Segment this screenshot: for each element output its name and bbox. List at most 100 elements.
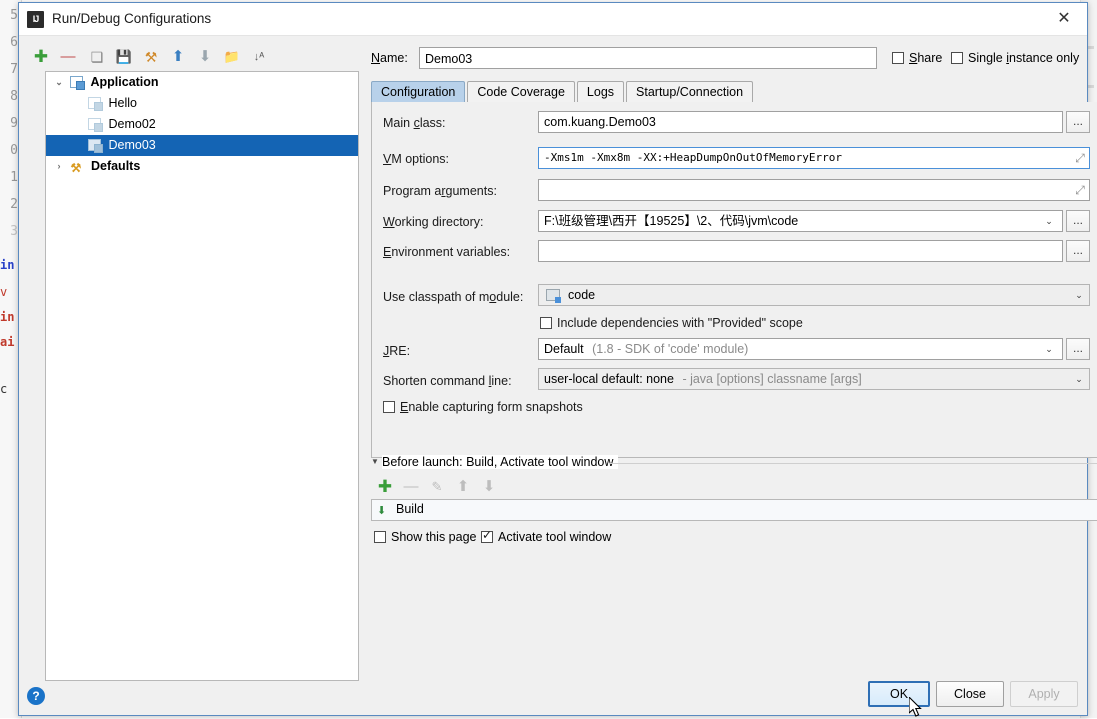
tree-node-label: Hello — [108, 96, 137, 110]
jre-value: Default — [544, 342, 584, 356]
close-button[interactable]: Close — [936, 681, 1004, 707]
program-arguments-input[interactable] — [538, 179, 1090, 201]
shorten-command-line-chevron-icon[interactable]: ⌄ — [1070, 369, 1088, 389]
edit-templates-icon[interactable]: ⚒ — [139, 45, 163, 69]
configuration-icon — [88, 97, 101, 109]
move-up-icon[interactable]: ⬆ — [166, 45, 190, 69]
build-task-icon: ⬇ — [377, 504, 391, 518]
line-number: 7 — [0, 62, 18, 77]
working-directory-chevron-icon[interactable]: ⌄ — [1040, 211, 1058, 231]
checkbox-box[interactable] — [481, 531, 493, 543]
move-task-up-icon: ⬆ — [452, 476, 474, 498]
help-button[interactable]: ? — [27, 687, 45, 705]
vm-options-label: VM options: — [383, 152, 449, 166]
environment-variables-browse-button[interactable]: ... — [1066, 240, 1090, 262]
move-down-icon[interactable]: ⬇ — [193, 45, 217, 69]
jre-browse-button[interactable]: ... — [1066, 338, 1090, 360]
code-fragment: in — [0, 258, 14, 272]
jre-label: JRE: — [383, 344, 410, 358]
tab-configuration[interactable]: Configuration — [371, 81, 465, 102]
before-launch-task-list[interactable]: ⬇ Build — [371, 499, 1097, 521]
include-provided-checkbox[interactable]: Include dependencies with "Provided" sco… — [540, 316, 803, 330]
classpath-module-chevron-icon[interactable]: ⌄ — [1070, 285, 1088, 305]
mouse-cursor — [909, 697, 925, 719]
tab-startup-connection[interactable]: Startup/Connection — [626, 81, 753, 102]
line-number: 5 — [0, 8, 18, 23]
line-number: 3 — [0, 224, 18, 239]
section-divider — [609, 463, 1097, 464]
working-directory-input[interactable]: F:\班级管理\西开【19525】\2、代码\jvm\code — [538, 210, 1063, 232]
close-icon[interactable]: ✕ — [1041, 3, 1087, 35]
folder-icon[interactable]: 📁 — [220, 45, 244, 69]
code-fragment: c — [0, 382, 7, 396]
tree-node-hello[interactable]: Hello — [46, 93, 358, 114]
add-configuration-icon[interactable]: ✚ — [29, 45, 53, 69]
before-launch-header: ▼ Before launch: Build, Activate tool wi… — [371, 455, 1097, 471]
main-class-browse-button[interactable]: ... — [1066, 111, 1090, 133]
dialog-title: Run/Debug Configurations — [52, 11, 211, 26]
share-checkbox[interactable]: Share — [892, 51, 942, 65]
move-task-down-icon: ⬇ — [478, 476, 500, 498]
checkbox-box[interactable] — [374, 531, 386, 543]
tree-node-label: Demo02 — [108, 117, 155, 131]
tree-node-application[interactable]: ⌄ Application — [46, 72, 358, 93]
tree-node-demo03[interactable]: Demo03 — [46, 135, 358, 156]
remove-configuration-icon[interactable]: — — [56, 45, 80, 69]
tab-logs[interactable]: Logs — [577, 81, 624, 102]
include-provided-label: Include dependencies with "Provided" sco… — [557, 316, 803, 330]
chevron-down-icon[interactable]: ⌄ — [51, 72, 67, 93]
tree-node-defaults[interactable]: › ⚒ Defaults — [46, 156, 358, 177]
name-input[interactable]: Demo03 — [419, 47, 877, 69]
shorten-command-line-label: Shorten command line: — [383, 374, 512, 388]
expand-program-arguments-icon[interactable]: ⤢ — [1072, 182, 1088, 198]
configuration-tabs: Configuration Code Coverage Logs Startup… — [371, 81, 755, 103]
working-directory-browse-button[interactable]: ... — [1066, 210, 1090, 232]
wrench-icon: ⚒ — [70, 158, 83, 170]
tree-node-label: Application — [91, 75, 159, 89]
jre-chevron-icon[interactable]: ⌄ — [1040, 339, 1058, 359]
checkbox-box[interactable] — [892, 52, 904, 64]
show-page-label: Show this page — [391, 530, 476, 544]
collapse-triangle-icon[interactable]: ▼ — [371, 457, 379, 466]
vm-options-input[interactable]: -Xms1m -Xmx8m -XX:+HeapDumpOnOutOfMemory… — [538, 147, 1090, 169]
save-configuration-icon[interactable]: 💾 — [112, 45, 136, 69]
shorten-hint: - java [options] classname [args] — [682, 372, 861, 386]
before-launch-toolbar: ✚ — ✎ ⬆ ⬇ — [374, 476, 674, 498]
line-number: 0 — [0, 143, 18, 158]
intellij-logo-icon: IJ — [27, 11, 44, 28]
jre-combo[interactable]: Default (1.8 - SDK of 'code' module) — [538, 338, 1063, 360]
dialog-titlebar: IJ Run/Debug Configurations ✕ — [19, 3, 1087, 36]
line-number: 6 — [0, 35, 18, 50]
main-class-input[interactable]: com.kuang.Demo03 — [538, 111, 1063, 133]
configuration-icon — [88, 139, 101, 151]
expand-vm-options-icon[interactable]: ⤢ — [1072, 150, 1088, 166]
shorten-value: user-local default: none — [544, 372, 674, 386]
tree-node-demo02[interactable]: Demo02 — [46, 114, 358, 135]
build-task-label: Build — [396, 502, 424, 516]
line-number: 9 — [0, 116, 18, 131]
apply-button: Apply — [1010, 681, 1078, 707]
name-label: Name: — [371, 51, 408, 65]
single-instance-checkbox[interactable]: Single instance only — [951, 51, 1079, 65]
configurations-tree[interactable]: ⌄ Application Hello Demo02 Demo03 › ⚒ De… — [45, 71, 359, 681]
checkbox-box[interactable] — [951, 52, 963, 64]
checkbox-box[interactable] — [383, 401, 395, 413]
activate-tool-window-checkbox[interactable]: Activate tool window — [481, 530, 611, 544]
shorten-command-line-combo[interactable]: user-local default: none - java [options… — [538, 368, 1090, 390]
code-fragment: ai — [0, 335, 14, 349]
add-task-icon[interactable]: ✚ — [374, 476, 396, 498]
classpath-module-combo[interactable]: code — [538, 284, 1090, 306]
line-number: 8 — [0, 89, 18, 104]
edit-task-icon: ✎ — [426, 476, 448, 498]
copy-configuration-icon[interactable]: ❏ — [85, 45, 109, 69]
configuration-icon — [88, 118, 101, 130]
tab-code-coverage[interactable]: Code Coverage — [467, 81, 575, 102]
remove-task-icon: — — [400, 476, 422, 498]
sort-alphabetically-icon[interactable]: ↓ᴬ — [247, 45, 271, 69]
chevron-right-icon[interactable]: › — [51, 156, 67, 177]
checkbox-box[interactable] — [540, 317, 552, 329]
form-snapshots-checkbox[interactable]: Enable capturing form snapshots — [383, 400, 583, 414]
environment-variables-input[interactable] — [538, 240, 1063, 262]
run-debug-configurations-dialog: IJ Run/Debug Configurations ✕ ✚ — ❏ 💾 ⚒ … — [18, 2, 1088, 716]
show-this-page-checkbox[interactable]: Show this page — [374, 530, 476, 544]
